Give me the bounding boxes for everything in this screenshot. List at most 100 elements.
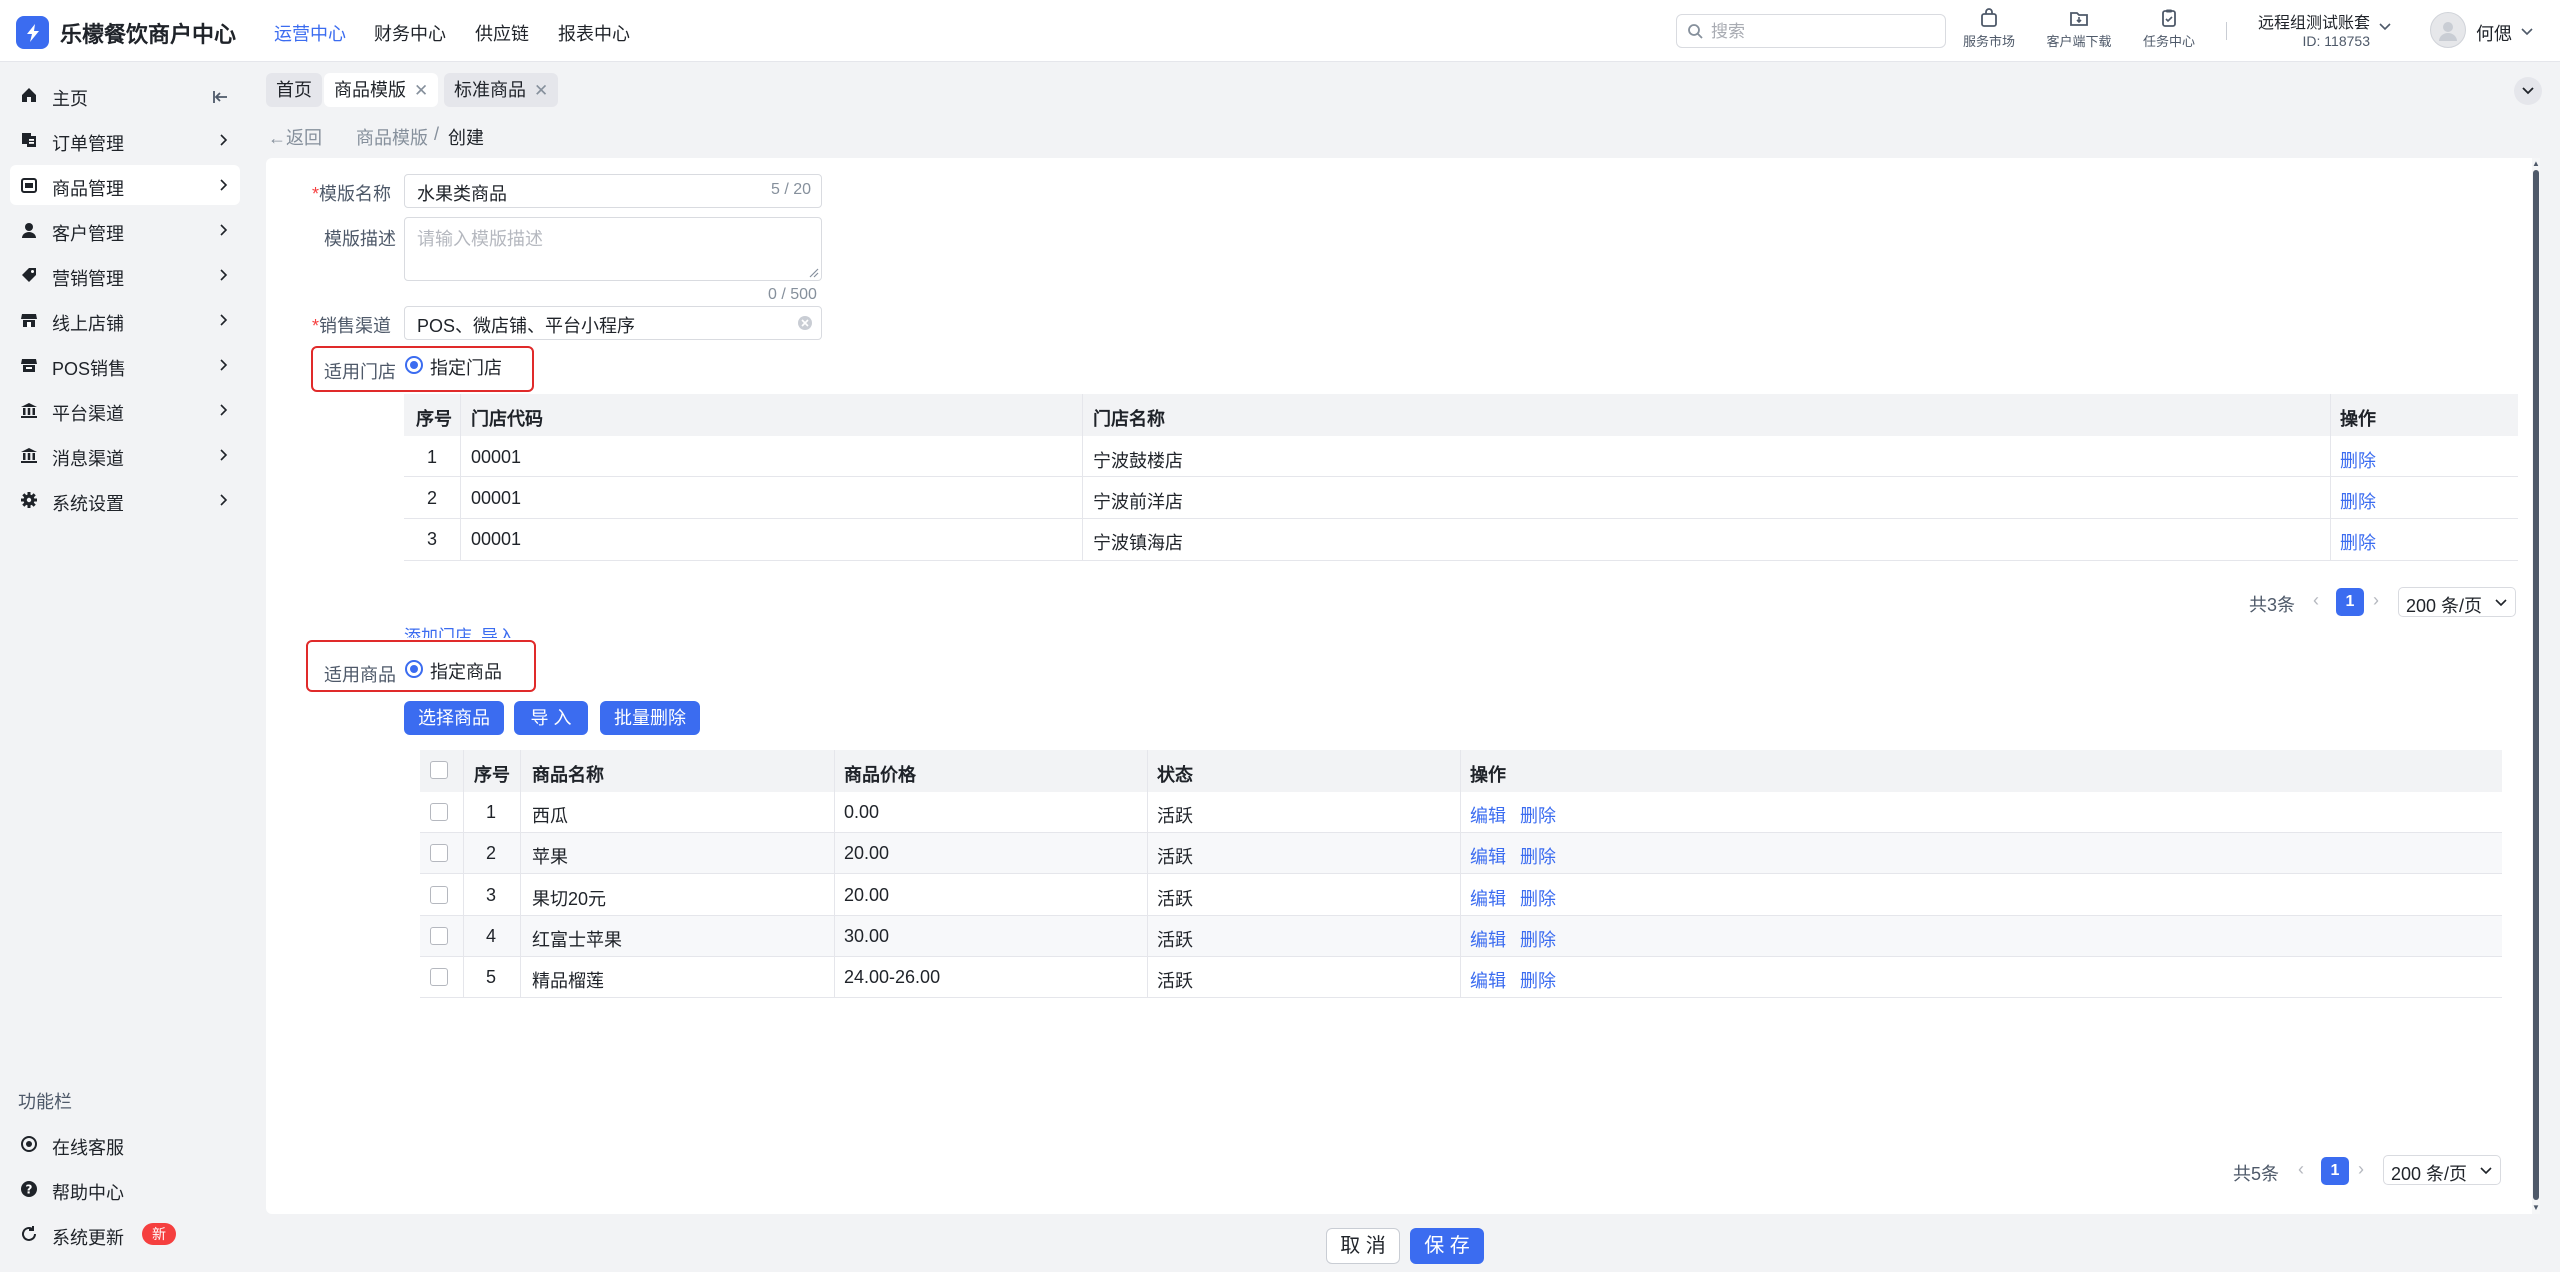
cancel-button[interactable]: 取 消 [1326, 1228, 1400, 1264]
sidebar-item-online-support[interactable]: 在线客服 [10, 1124, 240, 1164]
tab-product-template[interactable]: 商品模版 ✕ [324, 73, 439, 108]
top-nav-finance[interactable]: 财务中心 [374, 20, 446, 46]
row-checkbox[interactable] [430, 886, 448, 904]
sidebar-item-label: 主页 [52, 89, 88, 109]
goods-row-price: 30.00 [844, 926, 890, 946]
import-goods-button[interactable]: 导 入 [514, 701, 588, 735]
pager-next-icon[interactable]: › [2358, 1159, 2364, 1180]
scroll-down-arrow-icon[interactable]: ▼ [2532, 1203, 2540, 1213]
column-divider [520, 750, 521, 998]
chevron-down-icon [2480, 1167, 2492, 1175]
edit-link[interactable]: 编辑 [1470, 926, 1506, 952]
delete-link[interactable]: 删除 [1520, 885, 1556, 911]
template-name-value: 水果类商品 [417, 184, 507, 204]
delete-link[interactable]: 删除 [2340, 447, 2376, 473]
delete-link[interactable]: 删除 [1520, 802, 1556, 828]
template-desc-field[interactable]: 请输入模版描述 [404, 217, 822, 281]
sidebar-item-help-center[interactable]: ? 帮助中心 [10, 1169, 240, 1209]
specified-stores-label: 指定门店 [430, 358, 502, 378]
back-link[interactable]: ←返回 [268, 124, 322, 150]
edit-link[interactable]: 编辑 [1470, 967, 1506, 993]
clear-icon[interactable] [797, 315, 813, 331]
tab-standard-product[interactable]: 标准商品 ✕ [444, 73, 559, 108]
pager-prev-icon[interactable]: ‹ [2313, 590, 2319, 611]
tab-home[interactable]: 首页 [266, 73, 322, 107]
edit-link[interactable]: 编辑 [1470, 843, 1506, 869]
breadcrumb-parent[interactable]: 商品模版 [356, 124, 428, 150]
radio-specified-stores[interactable] [405, 356, 423, 374]
table-row [420, 916, 2502, 957]
store-pager-page[interactable]: 1 [2336, 588, 2364, 616]
service-market-button[interactable]: 服务市场 [1944, 8, 2034, 54]
sidebar-item-label: 线上店铺 [52, 314, 124, 334]
delete-link[interactable]: 删除 [2340, 529, 2376, 555]
select-goods-button[interactable]: 选择商品 [404, 701, 504, 735]
select-all-checkbox[interactable] [430, 761, 448, 779]
edit-link[interactable]: 编辑 [1470, 802, 1506, 828]
row-checkbox[interactable] [430, 927, 448, 945]
column-divider [1147, 750, 1148, 998]
radio-specified-goods[interactable] [405, 660, 423, 678]
import-store-link[interactable]: 导入 [481, 622, 515, 638]
row-checkbox[interactable] [430, 968, 448, 986]
pager-prev-icon[interactable]: ‹ [2298, 1159, 2304, 1180]
column-header: 商品名称 [532, 765, 604, 785]
sidebar-item-marketing[interactable]: 营销管理 [10, 255, 240, 295]
resize-handle-icon[interactable] [809, 268, 819, 278]
sidebar-item-label: 营销管理 [52, 269, 124, 289]
sidebar-item-pos-sales[interactable]: POS销售 [10, 345, 240, 385]
close-icon[interactable]: ✕ [414, 74, 428, 108]
sidebar-item-settings[interactable]: 系统设置 [10, 480, 240, 520]
add-store-link[interactable]: 添加门店 [404, 622, 472, 638]
tabs-more-button[interactable] [2514, 77, 2542, 105]
top-nav-reports[interactable]: 报表中心 [558, 20, 630, 46]
account-switcher[interactable]: 远程组测试账套 ID: 118753 [2252, 9, 2392, 55]
task-center-button[interactable]: 任务中心 [2124, 8, 2214, 54]
delete-link[interactable]: 删除 [1520, 843, 1556, 869]
goods-pager-page[interactable]: 1 [2321, 1157, 2349, 1185]
delete-link[interactable]: 删除 [1520, 967, 1556, 993]
save-button[interactable]: 保 存 [1410, 1228, 1484, 1264]
scrollbar-thumb[interactable] [2533, 170, 2539, 1200]
close-icon[interactable]: ✕ [534, 74, 548, 108]
sales-channel-select[interactable]: POS、微店铺、平台小程序 [404, 306, 822, 340]
template-desc-placeholder: 请输入模版描述 [417, 229, 543, 249]
top-nav-supply-chain[interactable]: 供应链 [475, 20, 529, 46]
store-row-no: 1 [427, 447, 438, 467]
support-icon [21, 1136, 37, 1152]
sidebar-item-orders[interactable]: 订单管理 [10, 120, 240, 160]
store-row-code: 00001 [471, 447, 522, 467]
search-box[interactable] [1676, 14, 1946, 48]
sidebar-item-label: 订单管理 [52, 134, 124, 154]
client-download-button[interactable]: 客户端下载 [2034, 8, 2124, 54]
goods-page-size-select[interactable]: 200 条/页 [2383, 1155, 2501, 1185]
sidebar-item-platform-channels[interactable]: 平台渠道 [10, 390, 240, 430]
scroll-up-arrow-icon[interactable]: ▲ [2532, 159, 2540, 169]
sidebar-item-customers[interactable]: 客户管理 [10, 210, 240, 250]
template-name-field[interactable]: 水果类商品 5 / 20 [404, 174, 822, 208]
search-input[interactable] [1711, 20, 1936, 44]
delete-link[interactable]: 删除 [2340, 488, 2376, 514]
sidebar-item-home[interactable]: 主页 [10, 75, 240, 115]
user-menu[interactable]: 何偲 [2430, 12, 2540, 50]
sidebar-item-message-channels[interactable]: 消息渠道 [10, 435, 240, 475]
chevron-down-icon [2379, 23, 2391, 31]
sidebar-item-system-update[interactable]: 系统更新 新 [10, 1214, 240, 1254]
store-page-size-select[interactable]: 200 条/页 [2398, 587, 2516, 617]
delete-link[interactable]: 删除 [1520, 926, 1556, 952]
sidebar-item-online-store[interactable]: 线上店铺 [10, 300, 240, 340]
row-checkbox[interactable] [430, 844, 448, 862]
pager-next-icon[interactable]: › [2373, 590, 2379, 611]
arrow-left-icon: ← [268, 128, 286, 148]
row-checkbox[interactable] [430, 803, 448, 821]
goods-row-price: 0.00 [844, 802, 880, 822]
edit-link[interactable]: 编辑 [1470, 885, 1506, 911]
goods-row-no: 4 [486, 926, 497, 946]
top-nav-operations[interactable]: 运营中心 [274, 20, 346, 46]
tag-icon [22, 268, 36, 282]
breadcrumb-current: 创建 [448, 128, 484, 148]
sidebar-item-products[interactable]: 商品管理 [10, 165, 240, 205]
batch-delete-button[interactable]: 批量删除 [600, 701, 700, 735]
goods-row-name: 精品榴莲 [532, 971, 604, 991]
store-row-code: 00001 [471, 488, 522, 508]
